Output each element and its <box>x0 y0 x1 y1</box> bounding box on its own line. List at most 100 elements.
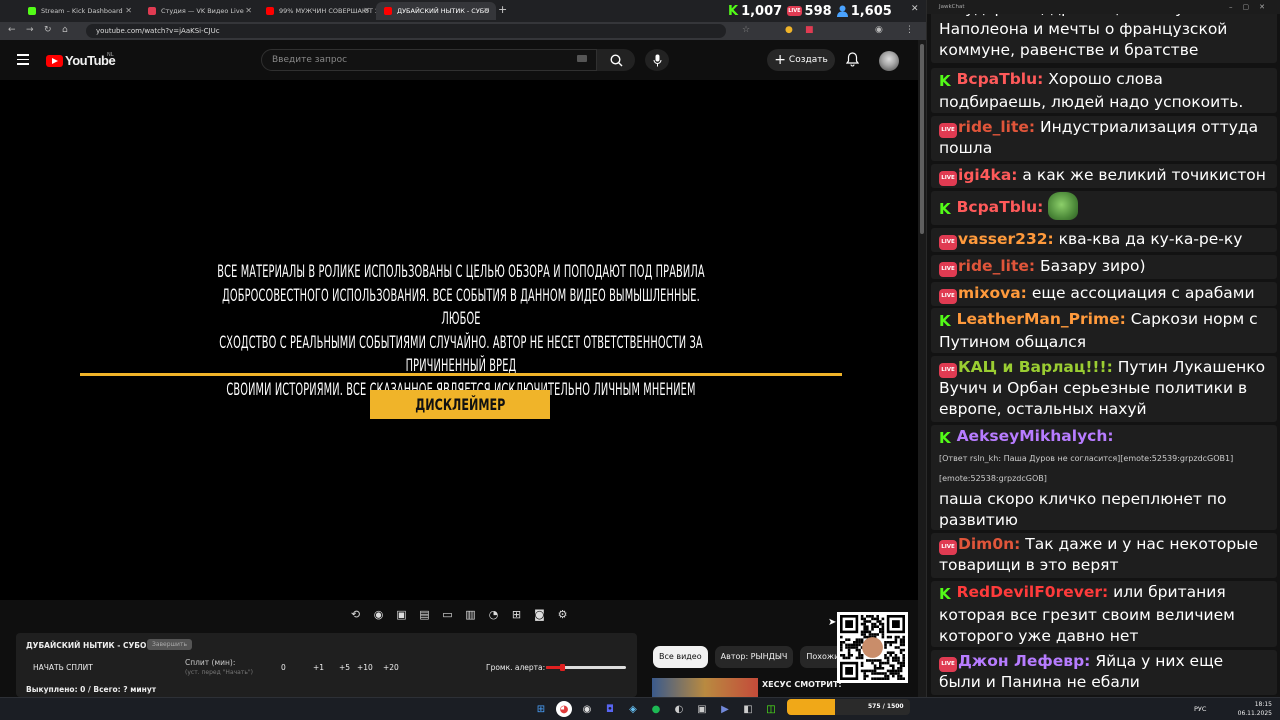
app-icon[interactable]: ◫ <box>763 701 779 717</box>
extension-icon[interactable]: ● <box>785 25 793 35</box>
close-icon[interactable]: ✕ <box>245 6 252 15</box>
tab-label: Stream – Kick Dashboard <box>41 7 123 15</box>
vk-live-badge-icon: LIVE <box>939 262 957 277</box>
youtube-logo[interactable]: YouTube <box>46 53 116 68</box>
chrome-icon[interactable]: ◕ <box>556 701 572 717</box>
chat-nick[interactable]: RedDevilF0rever: <box>957 583 1109 601</box>
app-icon[interactable]: ▣ <box>694 701 710 717</box>
menu-icon[interactable] <box>17 54 29 68</box>
keyboard-icon[interactable] <box>577 55 587 62</box>
close-icon[interactable]: ✕ <box>483 6 490 15</box>
notifications-button[interactable] <box>845 52 860 71</box>
avatar[interactable] <box>879 51 899 71</box>
input-language[interactable]: РУС <box>1194 705 1206 713</box>
voice-search-button[interactable] <box>645 49 669 71</box>
clapper-icon[interactable]: ▤ <box>415 607 434 622</box>
extension-icon[interactable]: ■ <box>805 25 814 35</box>
browser-window: Stream – Kick Dashboard ✕ Студия — VK Вид… <box>0 0 926 697</box>
bookmark-star-icon[interactable]: ☆ <box>742 25 750 35</box>
menu-kebab-icon[interactable]: ⋮ <box>905 25 914 35</box>
close-window-icon[interactable]: ✕ <box>911 4 919 14</box>
app-icon[interactable]: ◧ <box>740 701 756 717</box>
region-code: NL <box>107 52 114 58</box>
vk-viewers: LIVE 598 <box>787 4 832 19</box>
app-icon[interactable]: ◐ <box>671 701 687 717</box>
chat-nick[interactable]: ride_lite: <box>958 118 1035 136</box>
chat-nick[interactable]: mixova: <box>958 284 1027 302</box>
close-icon[interactable]: ✕ <box>125 6 132 15</box>
add-box-icon[interactable]: ⊞ <box>507 607 526 622</box>
chat-nick[interactable]: КАЦ и Варлац!!!: <box>958 358 1113 376</box>
slider-knob[interactable] <box>560 664 565 671</box>
windows-start-icon[interactable]: ⊞ <box>533 701 549 717</box>
chat-nick[interactable]: ride_lite: <box>958 257 1035 275</box>
cinema-icon[interactable]: ▥ <box>461 607 480 622</box>
search-icon <box>609 53 622 66</box>
start-split-button[interactable]: НАЧАТЬ СПЛИТ <box>33 663 93 672</box>
add-5-button[interactable]: +5 <box>339 663 350 672</box>
recommended-video-thumbnail[interactable] <box>652 678 758 697</box>
chat-message: LIVE ride_lite: Базару зиро) <box>931 255 1277 279</box>
chip-author[interactable]: Автор: РЫНДЫЧ <box>714 646 794 668</box>
vk-live-badge-icon: LIVE <box>939 657 957 672</box>
tab-youtube-video[interactable]: 99% МУЖЧИН СОВЕРШАЮТ Э ✕ <box>258 2 376 20</box>
gear-icon[interactable]: ⚙ <box>553 607 572 622</box>
tab-kick-dashboard[interactable]: Stream – Kick Dashboard ✕ <box>20 2 138 20</box>
tab-vk-studio[interactable]: Студия — VK Видео Live ✕ <box>140 2 258 20</box>
kick-badge-icon: K <box>939 312 951 330</box>
add-1-button[interactable]: +1 <box>313 663 324 672</box>
spotify-icon[interactable]: ● <box>648 701 664 717</box>
chat-nick[interactable]: igi4ka: <box>958 166 1017 184</box>
clock-date: 06.11.2025 <box>1237 710 1272 717</box>
goal-progress-bar <box>787 699 835 715</box>
chat-window-titlebar: JawkChat –▢✕ <box>927 0 1280 14</box>
chat-nick[interactable]: AekseyMikhalych: <box>957 427 1114 445</box>
finish-button[interactable]: Завершить <box>147 639 192 650</box>
split-label: Сплит (мин): <box>185 658 236 667</box>
screenshot-settings-icon[interactable]: ▣ <box>392 607 411 622</box>
camera-icon[interactable]: ◙ <box>530 607 549 622</box>
picture-in-picture-icon[interactable]: ▭ <box>438 607 457 622</box>
discord-icon[interactable]: ◘ <box>602 701 618 717</box>
reload-icon[interactable]: ↻ <box>44 25 52 35</box>
vk-live-badge-icon: LIVE <box>939 171 957 186</box>
window-controls[interactable]: –▢✕ <box>1229 0 1275 14</box>
home-icon[interactable]: ⌂ <box>62 25 68 35</box>
new-tab-button[interactable]: + <box>498 3 507 16</box>
add-10-button[interactable]: +10 <box>357 663 373 672</box>
create-button[interactable]: + Создать <box>767 49 835 71</box>
search-button[interactable] <box>597 49 635 71</box>
back-icon[interactable]: ← <box>8 25 16 35</box>
forward-icon[interactable]: → <box>26 25 34 35</box>
add-20-button[interactable]: +20 <box>383 663 399 672</box>
close-icon[interactable]: ✕ <box>363 6 370 15</box>
alert-volume-slider[interactable] <box>546 664 626 671</box>
chip-all-videos[interactable]: Все видео <box>653 646 708 668</box>
chat-nick[interactable]: vasser232: <box>958 230 1054 248</box>
chat-nick[interactable]: LeatherMan_Prime: <box>957 310 1126 328</box>
profile-icon[interactable]: ◉ <box>875 25 883 35</box>
broadcast-icon[interactable]: ◉ <box>369 607 388 622</box>
steam-icon[interactable]: ◈ <box>625 701 641 717</box>
chat-message: K AekseyMikhalych: [Ответ rsln_kh: Паша … <box>931 425 1277 530</box>
obs-icon[interactable]: ◉ <box>579 701 595 717</box>
scrollbar-thumb[interactable] <box>920 44 924 234</box>
search-input[interactable]: Введите запрос <box>261 49 597 71</box>
bell-icon <box>845 52 860 67</box>
recommended-video-title[interactable]: ХЕСУС СМОТРИТ: <box>762 680 842 689</box>
speed-icon[interactable]: ◔ <box>484 607 503 622</box>
clock[interactable]: 18:15 06.11.2025 <box>1238 700 1272 718</box>
tab-label: Студия — VK Видео Live <box>161 7 244 15</box>
app-icon[interactable]: ▶ <box>717 701 733 717</box>
url-field[interactable]: youtube.com/watch?v=jAaKSi-CJUc <box>86 24 726 38</box>
video-player[interactable]: ВСЕ МАТЕРИАЛЫ В РОЛИКЕ ИСПОЛЬЗОВАНЫ С ЦЕ… <box>0 80 918 600</box>
kick-viewers: K 1,007 <box>728 4 782 19</box>
loop-icon[interactable]: ⟲ <box>346 607 365 622</box>
kick-logo-icon: K <box>728 3 739 19</box>
chat-nick[interactable]: ВсраТblu: <box>957 70 1044 88</box>
chat-nick[interactable]: Dim0n: <box>958 535 1020 553</box>
chat-nick[interactable]: Джон Лефевр: <box>958 652 1090 670</box>
tab-youtube-current[interactable]: ДУБАЙСКИЙ НЫТИК - СУБО ✕ <box>376 2 496 20</box>
chat-nick[interactable]: ВсраТblu: <box>957 198 1044 216</box>
microphone-icon <box>653 54 661 66</box>
